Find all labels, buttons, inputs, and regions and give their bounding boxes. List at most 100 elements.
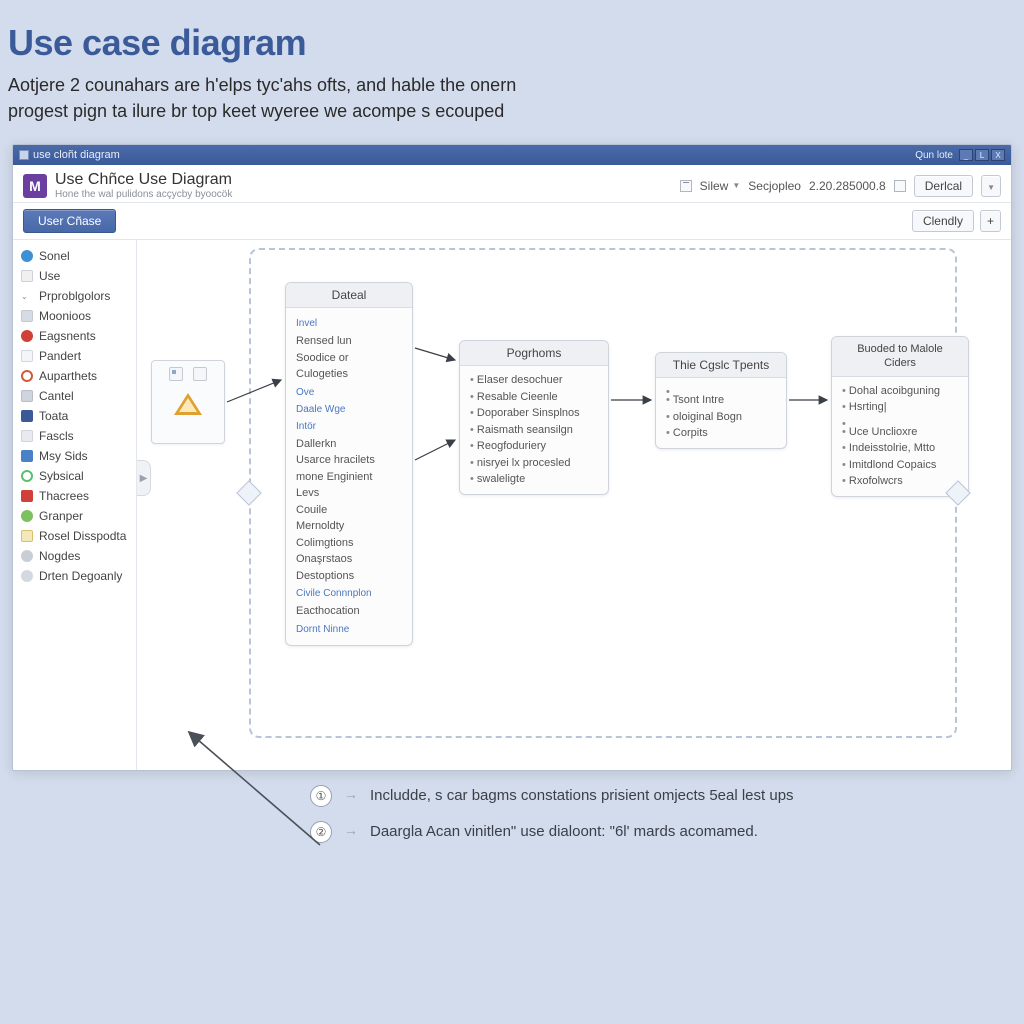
- list-item: Destoptions: [296, 568, 402, 585]
- app-header: M Use Chñce Use Diagram Hone the wal pul…: [13, 165, 1011, 203]
- app-body: Sonel Use ⌄Prproblgolors Moonioos Eagsne…: [13, 240, 1011, 770]
- doc-icon: [21, 350, 33, 362]
- list-item: Corpits: [666, 425, 776, 442]
- close-button[interactable]: X: [991, 149, 1005, 161]
- sidebar-item-toata[interactable]: Toata: [13, 406, 136, 426]
- sidebar-item-label: Auparthets: [39, 369, 97, 383]
- secjo-label: Secjopleo: [748, 179, 801, 193]
- subtoolbar: User Cñase Clendly +: [13, 203, 1011, 240]
- sidebar-item-label: Pandert: [39, 349, 81, 363]
- app-window: use cloñt diagram Qun lote _ L X M Use C…: [12, 144, 1012, 771]
- actor-element[interactable]: [151, 360, 225, 444]
- maximize-button[interactable]: L: [975, 149, 989, 161]
- usecase-card-buoded[interactable]: Buoded to Malole Ciders Dohal acoibgunin…: [831, 336, 969, 497]
- sidebar-item-label: Use: [39, 269, 60, 283]
- list-item: Usarce hracilets: [296, 452, 402, 469]
- window-titlebar: use cloñt diagram Qun lote _ L X: [13, 145, 1011, 165]
- usecase-card-dateal[interactable]: Dateal Invel Rensed lun Soodice or Culog…: [285, 282, 413, 646]
- note-icon: [21, 530, 33, 542]
- card-list: Invel Rensed lun Soodice or Culogeties O…: [296, 316, 402, 637]
- file-icon: [21, 270, 33, 282]
- sidebar-item-fascls[interactable]: Fascls: [13, 426, 136, 446]
- list-item: Dornt Ninne: [296, 622, 402, 637]
- sidebar-item-nogdes[interactable]: Nogdes: [13, 546, 136, 566]
- sidebar-item-thacrees[interactable]: Thacrees: [13, 486, 136, 506]
- expand-sidebar-button[interactable]: ▶: [137, 460, 151, 496]
- tab-usercase[interactable]: User Cñase: [23, 209, 116, 233]
- list-item: Raismath seansilgn: [470, 422, 598, 439]
- window-title: use cloñt diagram: [33, 149, 120, 161]
- derical-button[interactable]: Derlcal: [914, 175, 973, 197]
- list-item: oloiginal Bogn: [666, 409, 776, 426]
- diagram-canvas[interactable]: ▶ Dateal Invel Rensed lun Soodice or Cul…: [137, 240, 1011, 770]
- sidebar-item-drten[interactable]: Drten Degoanly: [13, 566, 136, 586]
- sidebar-item-label: Sybsical: [39, 469, 84, 483]
- list-item: Culogeties: [296, 366, 402, 383]
- document-subtitle: Hone the wal pulidons acçycby byoocök: [55, 189, 232, 200]
- list-item: swaleligte: [470, 471, 598, 488]
- sidebar-item-label: Thacrees: [39, 489, 89, 503]
- folder-icon: [21, 310, 33, 322]
- sidebar-item-rosel[interactable]: Rosel Disspodta: [13, 526, 136, 546]
- list-item: Indeisstolrie, Mtto: [842, 440, 958, 457]
- list-item: Colimgtions: [296, 535, 402, 552]
- header-more-button[interactable]: ▼: [981, 175, 1001, 197]
- sidebar-item-cantel[interactable]: Cantel: [13, 386, 136, 406]
- minimize-button[interactable]: _: [959, 149, 973, 161]
- blank-icon: [193, 367, 207, 381]
- sidebar-item-label: Toata: [39, 409, 68, 423]
- sidebar-item-label: Moonioos: [39, 309, 91, 323]
- sidebar-item-label: Msy Sids: [39, 449, 88, 463]
- list-item: Invel: [296, 316, 402, 331]
- sidebar-item-pandert[interactable]: Pandert: [13, 346, 136, 366]
- sidebar-item-granper[interactable]: Granper: [13, 506, 136, 526]
- sidebar-item-label: Nogdes: [39, 549, 80, 563]
- person-icon: [21, 430, 33, 442]
- card-title: Buoded to Malole Ciders: [832, 337, 968, 377]
- card-title: Thie Cgslc Tpents: [656, 353, 786, 378]
- sidebar-item-prprob[interactable]: ⌄Prproblgolors: [13, 286, 136, 306]
- page-description: Aotjere 2 counahars are h'elps tyc'ahs o…: [0, 72, 560, 144]
- picture-icon: [169, 367, 183, 381]
- document-title: Use Chñce Use Diagram: [55, 171, 232, 189]
- clandy-button[interactable]: Clendly: [912, 210, 974, 232]
- annotation-text-2: Daargla Acan vinitlen" use dialoont: "6l…: [370, 821, 758, 842]
- list-item: Daale Wge: [296, 402, 402, 417]
- sidebar-item-auparthets[interactable]: Auparthets: [13, 366, 136, 386]
- list-item: Doporaber Sinsplnos: [470, 405, 598, 422]
- add-tab-button[interactable]: +: [980, 210, 1001, 232]
- sidebar-item-label: Cantel: [39, 389, 74, 403]
- warning-icon: [174, 393, 202, 415]
- list-item: Tsont Intre: [666, 392, 776, 409]
- grid-icon: [894, 180, 906, 192]
- sidebar-item-sonel[interactable]: Sonel: [13, 246, 136, 266]
- usecase-card-pogrhoms[interactable]: Pogrhoms Elaser desochuer Resable Cieenl…: [459, 340, 609, 495]
- sidebar-item-label: Sonel: [39, 249, 70, 263]
- list-item: Rensed lun: [296, 333, 402, 350]
- stop-icon: [21, 330, 33, 342]
- sidebar-item-label: Eagsnents: [39, 329, 96, 343]
- list-item: Dallerkn: [296, 436, 402, 453]
- sidebar-item-mysids[interactable]: Msy Sids: [13, 446, 136, 466]
- view-select[interactable]: Silew ▼: [700, 179, 741, 193]
- annotation-area: ① → Includde, s car bagms constations pr…: [0, 785, 1024, 965]
- list-item: Hsrting|: [842, 399, 958, 416]
- sidebar-item-label: Prproblgolors: [39, 289, 110, 303]
- sidebar-item-moonioos[interactable]: Moonioos: [13, 306, 136, 326]
- usecase-card-tpents[interactable]: Thie Cgslc Tpents Tsont Intre oloiginal …: [655, 352, 787, 449]
- list-item: Imitdlond Copaics: [842, 457, 958, 474]
- list-item: Mernoldty: [296, 518, 402, 535]
- chevron-down-icon: ▼: [732, 181, 740, 190]
- sidebar-item-use[interactable]: Use: [13, 266, 136, 286]
- annotation-row: ② → Daargla Acan vinitlen" use dialoont:…: [310, 821, 830, 843]
- sidebar-item-sybsical[interactable]: Sybsical: [13, 466, 136, 486]
- list-item: Reogfoduriery: [470, 438, 598, 455]
- sidebar-item-label: Drten Degoanly: [39, 569, 122, 583]
- list-item: mone Enginient: [296, 469, 402, 486]
- globe-icon: [21, 250, 33, 262]
- sidebar-item-eagsnents[interactable]: Eagsnents: [13, 326, 136, 346]
- list-item: Resable Cieenle: [470, 389, 598, 406]
- list-item: Levs: [296, 485, 402, 502]
- card-list: Dohal acoibguning Hsrting| Uce Unclioxre…: [842, 383, 958, 490]
- open-link[interactable]: Qun lote: [915, 150, 953, 161]
